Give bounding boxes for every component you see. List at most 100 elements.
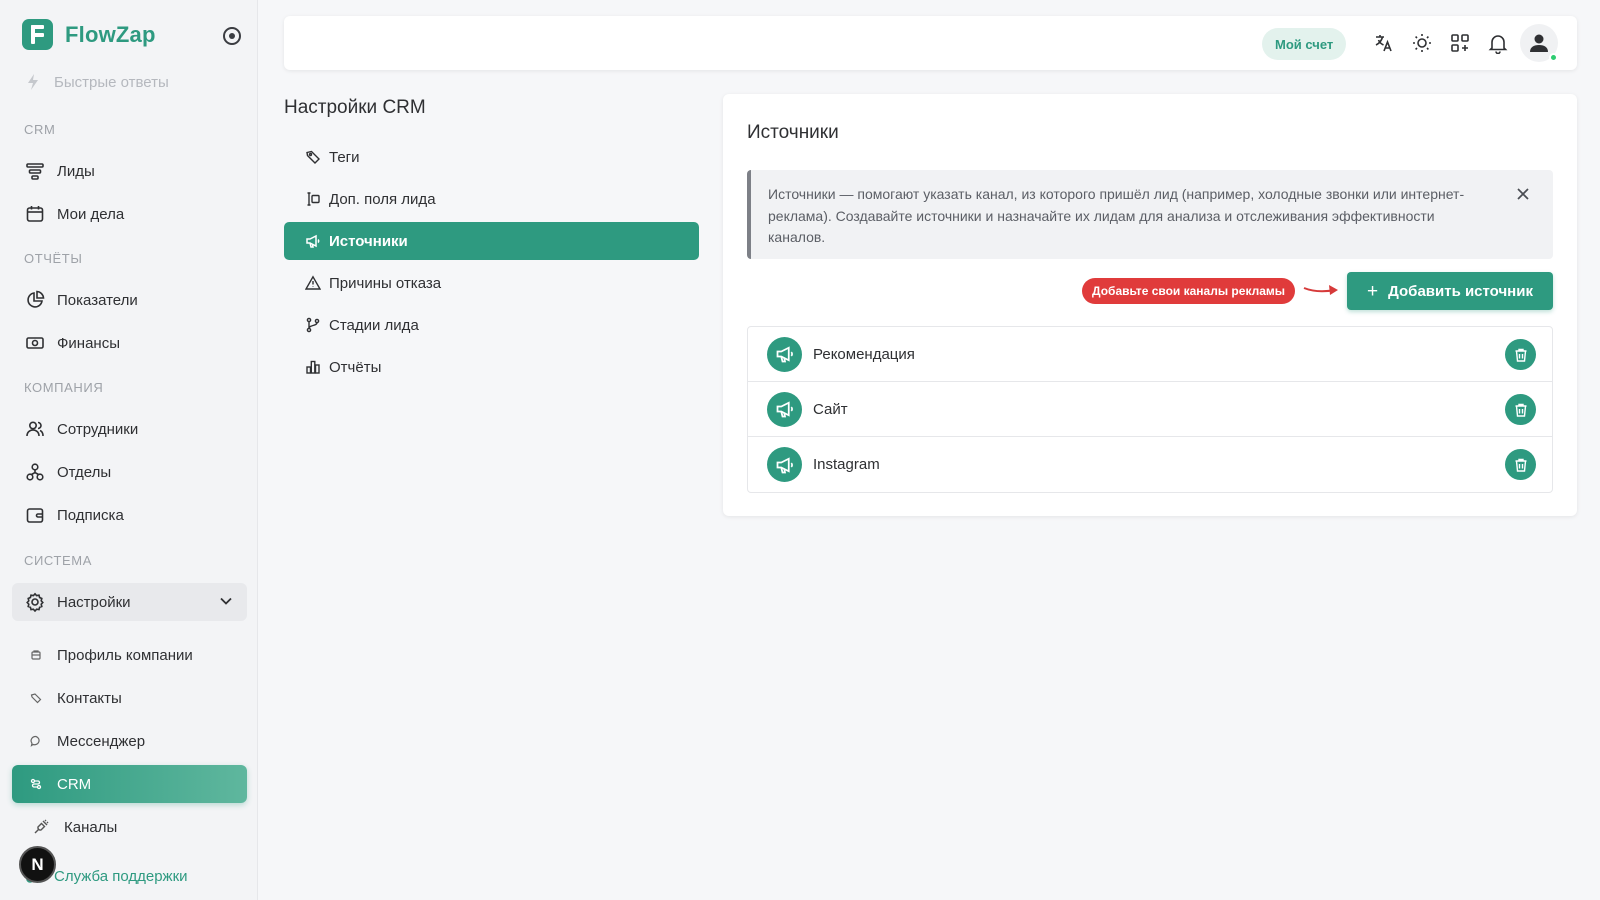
apps-grid-icon[interactable] — [1449, 32, 1471, 54]
brand[interactable]: FlowZap — [22, 19, 156, 50]
online-status-dot — [1549, 53, 1558, 62]
hint-badge: Добавьте свои каналы рекламы — [1082, 278, 1296, 304]
n-badge-button[interactable]: N — [19, 846, 56, 883]
sidebar-item-label: Сотрудники — [57, 420, 139, 438]
sidebar-item-label: Служба поддержки — [54, 868, 188, 885]
sidebar-item-tasks[interactable]: Мои дела — [12, 195, 247, 233]
bar-chart-icon — [305, 359, 321, 375]
source-name: Сайт — [813, 400, 848, 418]
delete-source-button[interactable] — [1505, 339, 1536, 370]
sidebar-item-settings[interactable]: Настройки — [12, 583, 247, 621]
section-label-reports: ОТЧЁТЫ — [24, 251, 83, 266]
git-branch-icon — [305, 317, 321, 333]
settings-item-label: Отчёты — [329, 358, 382, 376]
sidebar-subitem-label: CRM — [57, 775, 92, 793]
megaphone-icon — [767, 447, 802, 482]
sources-list: Рекомендация Сайт Instagram — [747, 326, 1553, 493]
my-account-button[interactable]: Мой счет — [1262, 28, 1347, 60]
panel-title: Источники — [747, 122, 839, 143]
source-row[interactable]: Instagram — [748, 437, 1552, 492]
sidebar-subitem-label: Профиль компании — [57, 646, 193, 664]
settings-item-reject-reasons[interactable]: Причины отказа — [284, 264, 699, 302]
sidebar-subitem-channels[interactable]: Каналы — [12, 808, 247, 846]
add-source-label: Добавить источник — [1388, 282, 1533, 300]
chevron-down-icon — [220, 597, 232, 605]
settings-item-extra-fields[interactable]: Доп. поля лида — [284, 180, 699, 218]
sidebar-item-label: Мои дела — [57, 205, 125, 223]
sidebar-item-label: Подписка — [57, 506, 124, 524]
sidebar-item-departments[interactable]: Отделы — [12, 453, 247, 491]
hierarchy-icon — [25, 462, 45, 482]
sidebar-item-label: Отделы — [57, 463, 112, 481]
sun-icon[interactable] — [1411, 32, 1433, 54]
sidebar: FlowZap Быстрые ответы CRM Лиды Мои дела… — [0, 0, 258, 900]
settings-item-stages[interactable]: Стадии лида — [284, 306, 699, 344]
funnel-icon — [25, 161, 45, 181]
sidebar-subitem-label: Мессенджер — [57, 732, 146, 750]
settings-item-label: Стадии лида — [329, 316, 419, 334]
source-name: Instagram — [813, 456, 880, 473]
building-icon — [29, 648, 43, 662]
delete-source-button[interactable] — [1505, 394, 1536, 425]
settings-item-label: Источники — [329, 232, 408, 250]
sidebar-subitem-crm[interactable]: CRM — [12, 765, 247, 803]
sidebar-subitem-company-profile[interactable]: Профиль компании — [12, 636, 247, 674]
sidebar-collapse-button[interactable] — [223, 27, 241, 45]
tag-icon — [305, 149, 321, 165]
user-avatar[interactable] — [1520, 24, 1558, 62]
sidebar-item-subscription[interactable]: Подписка — [12, 496, 247, 534]
sidebar-item-leads[interactable]: Лиды — [12, 152, 247, 190]
sidebar-subitem-contacts[interactable]: Контакты — [12, 679, 247, 717]
wallet-icon — [25, 505, 45, 525]
settings-item-sources[interactable]: Источники — [284, 222, 699, 260]
trash-icon — [1515, 458, 1526, 472]
close-icon[interactable] — [1515, 186, 1531, 202]
info-text: Источники — помогают указать канал, из к… — [768, 186, 1465, 245]
settings-item-reports[interactable]: Отчёты — [284, 348, 699, 386]
source-row[interactable]: Рекомендация — [748, 327, 1552, 382]
pie-chart-icon — [25, 290, 45, 310]
settings-item-label: Доп. поля лида — [329, 190, 436, 208]
calendar-icon — [25, 204, 45, 224]
sidebar-subitem-messenger[interactable]: Мессенджер — [12, 722, 247, 760]
sidebar-item-metrics[interactable]: Показатели — [12, 281, 247, 319]
delete-source-button[interactable] — [1505, 449, 1536, 480]
sidebar-item-label: Показатели — [57, 291, 138, 309]
settings-item-label: Причины отказа — [329, 274, 442, 292]
section-label-system: СИСТЕМА — [24, 553, 93, 568]
translate-icon[interactable] — [1373, 32, 1395, 54]
user-icon — [1530, 34, 1548, 52]
sidebar-item-quick-replies[interactable]: Быстрые ответы — [26, 73, 169, 91]
tag-icon — [29, 691, 43, 705]
cash-icon — [25, 333, 45, 353]
source-row[interactable]: Сайт — [748, 382, 1552, 437]
add-source-button[interactable]: + Добавить источник — [1347, 272, 1553, 310]
warning-icon — [305, 275, 321, 291]
sources-panel: Источники Источники — помогают указать к… — [723, 94, 1577, 516]
sidebar-item-label: Лиды — [57, 162, 95, 180]
megaphone-icon — [305, 233, 321, 249]
settings-item-tags[interactable]: Теги — [284, 138, 699, 176]
trash-icon — [1515, 348, 1526, 362]
form-fields-icon — [305, 191, 321, 207]
info-alert: Источники — помогают указать канал, из к… — [747, 170, 1553, 259]
megaphone-icon — [767, 391, 802, 427]
sidebar-subitem-label: Контакты — [57, 689, 122, 707]
bell-icon[interactable] — [1487, 32, 1509, 54]
sidebar-item-employees[interactable]: Сотрудники — [12, 410, 247, 448]
brand-name: FlowZap — [65, 21, 156, 47]
section-label-crm: CRM — [24, 122, 56, 137]
sidebar-item-label: Быстрые ответы — [54, 73, 169, 91]
sidebar-item-finance[interactable]: Финансы — [12, 324, 247, 362]
sidebar-subitem-label: Каналы — [64, 818, 118, 836]
plus-icon: + — [1367, 280, 1379, 302]
lightning-icon — [28, 74, 38, 90]
arrow-right-icon — [1303, 285, 1338, 295]
sidebar-item-label: Финансы — [57, 334, 120, 352]
users-icon — [25, 419, 45, 439]
section-label-company: КОМПАНИЯ — [24, 380, 104, 395]
gear-icon — [25, 592, 45, 612]
settings-crm-title: Настройки CRM — [284, 97, 426, 118]
source-name: Рекомендация — [813, 345, 915, 363]
chat-icon — [29, 734, 43, 748]
